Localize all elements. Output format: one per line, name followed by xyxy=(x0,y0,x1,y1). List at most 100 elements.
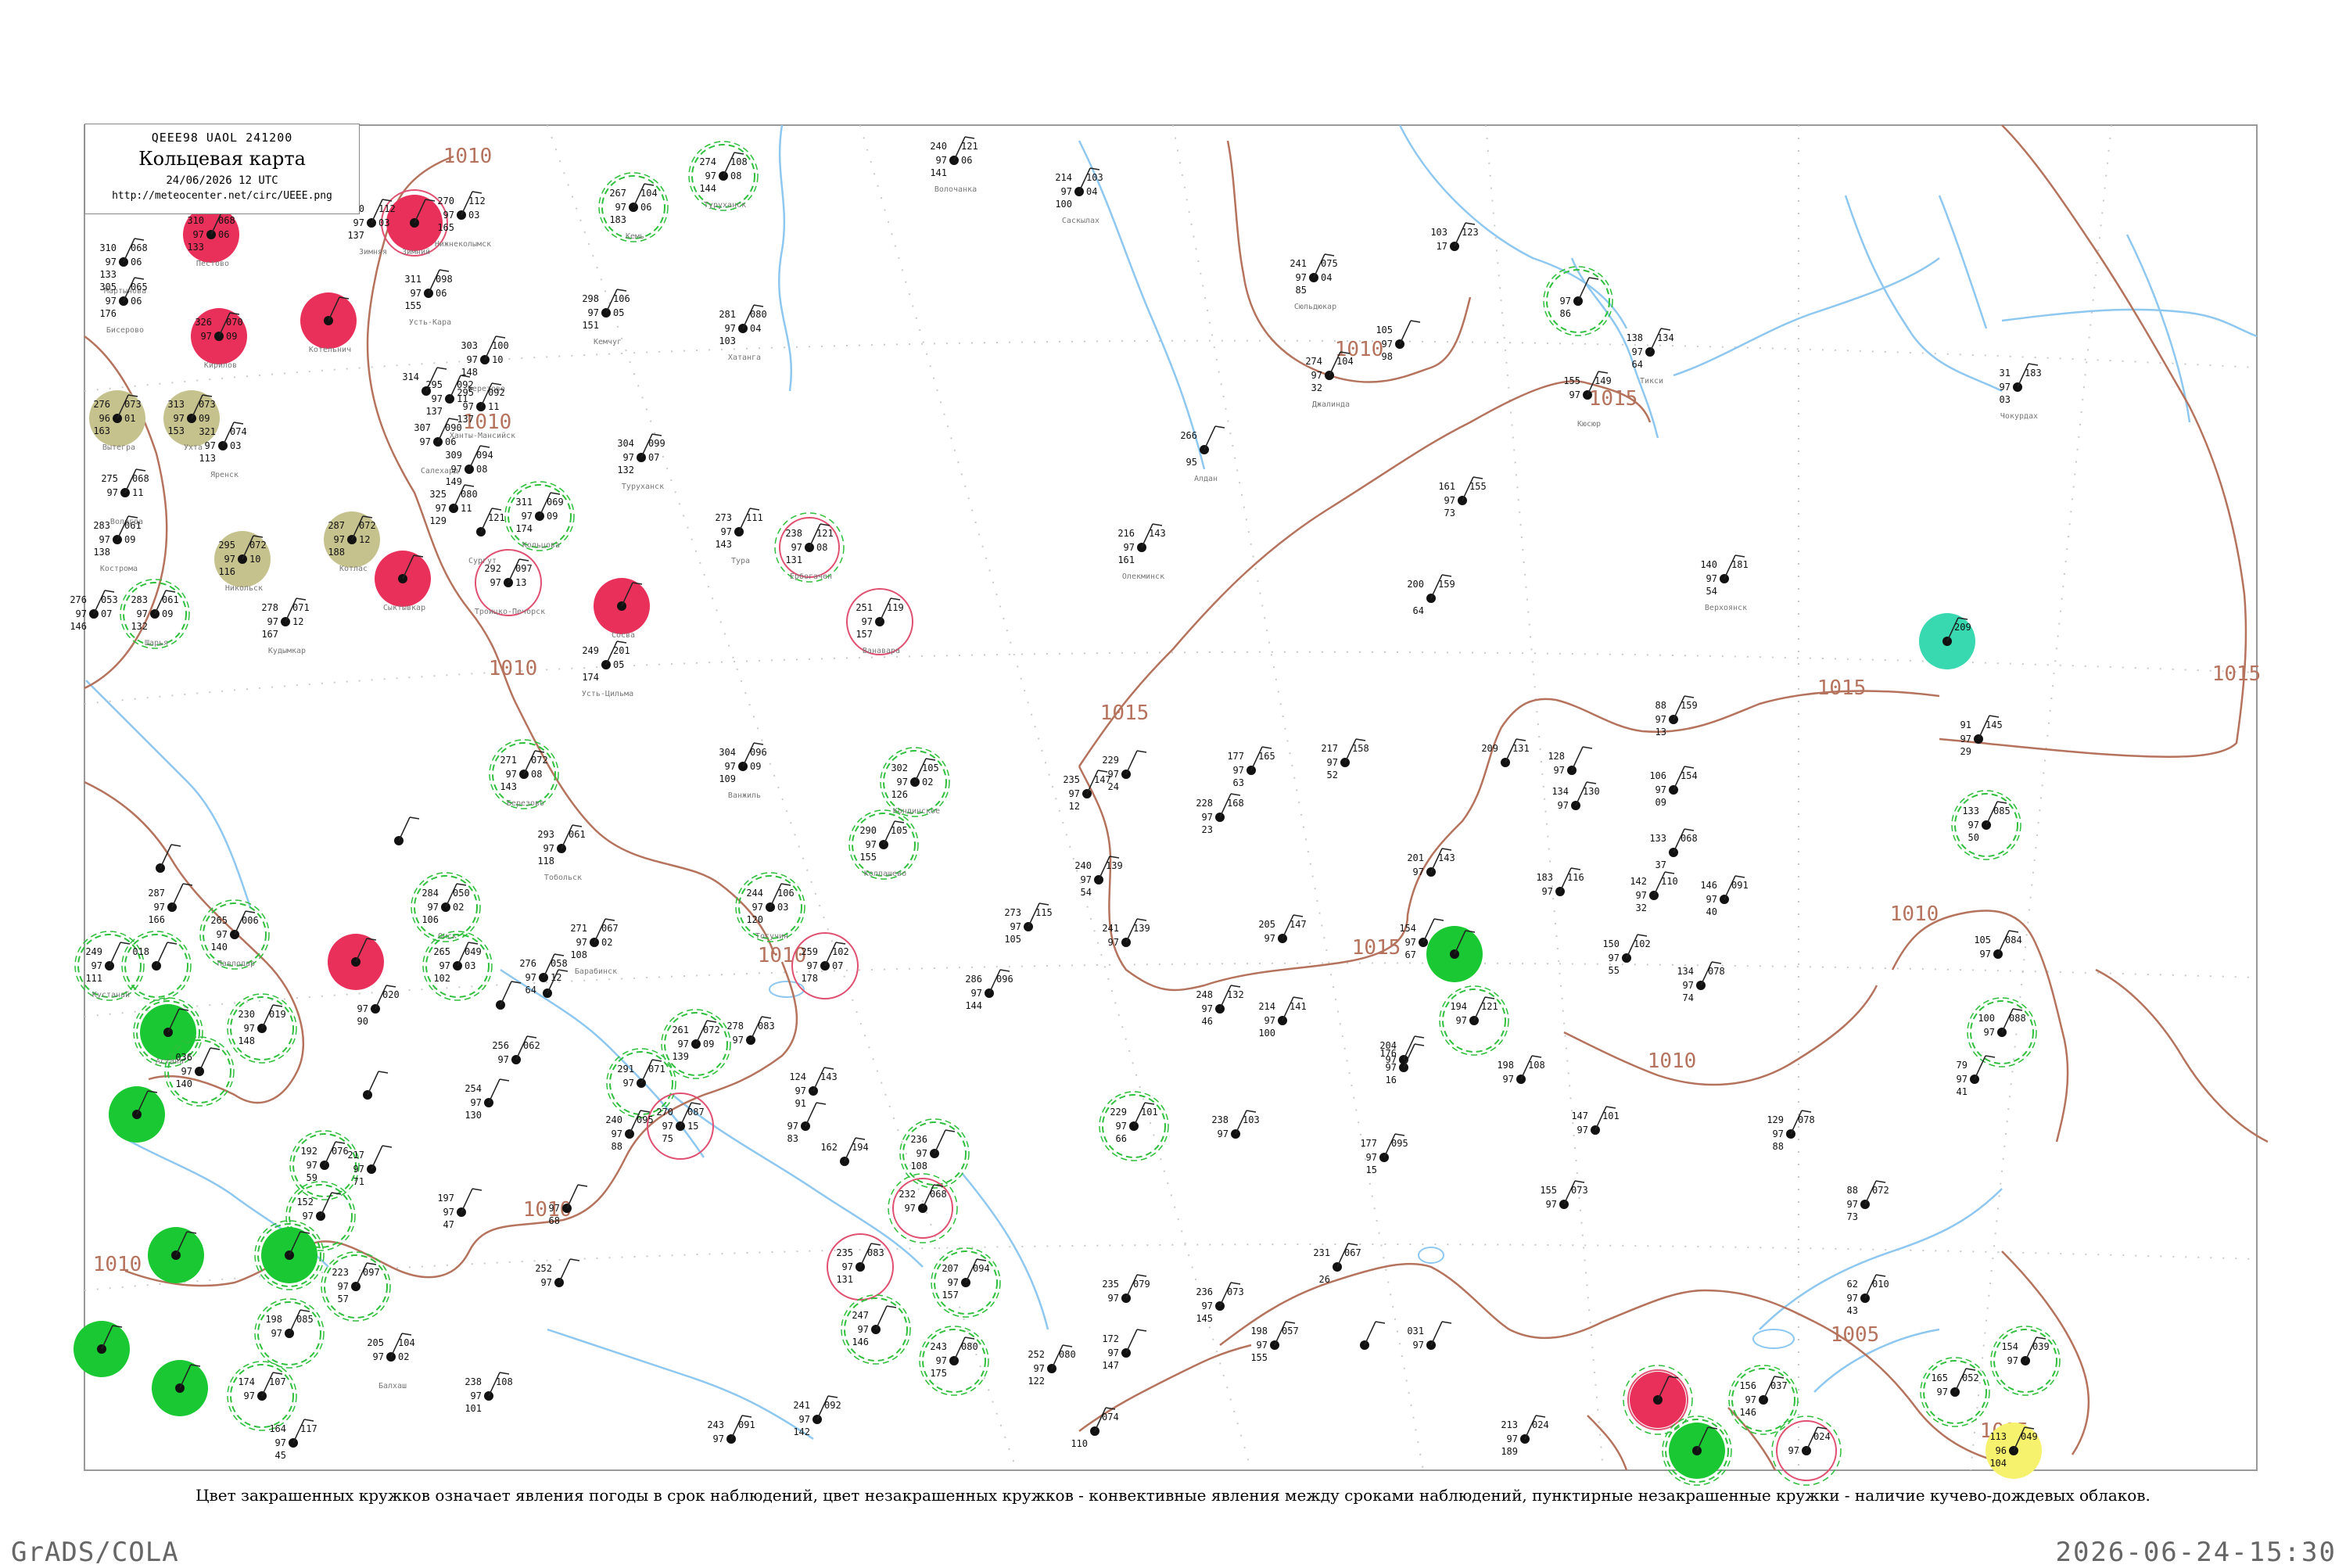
station-plot[interactable]: 214 103 97 04 100 Саскылах xyxy=(1055,167,1103,225)
station-plot[interactable]: 213 024 97 189 xyxy=(1501,1415,1549,1457)
station-plot[interactable]: 162 194 xyxy=(820,1137,869,1166)
station-plot[interactable] xyxy=(1426,926,1483,982)
station-plot[interactable]: 302 10597 02126Кондинское xyxy=(880,747,950,817)
station-plot[interactable]: 209 xyxy=(1919,613,1975,669)
station-plot[interactable]: Сосва xyxy=(594,578,650,640)
station-plot[interactable]: 165 052 97 xyxy=(1920,1357,1990,1427)
station-plot[interactable] xyxy=(74,1321,130,1377)
station-plot[interactable]: 236 97 108 xyxy=(899,1118,970,1189)
station-plot[interactable]: 198 108 97 xyxy=(1497,1055,1545,1085)
station-plot[interactable]: 238 121 97 08 131 Ербогачен xyxy=(774,512,845,583)
station-plot[interactable]: 106 154 97 09 xyxy=(1649,766,1698,808)
station-plot[interactable]: 103 123 17 xyxy=(1430,222,1479,252)
station-plot[interactable]: 161 155 97 73 xyxy=(1438,476,1487,518)
station-plot[interactable]: 113 049 96 104 xyxy=(1985,1423,2042,1479)
station-plot[interactable]: 276 073 96 01 163 Вытегра xyxy=(89,390,145,452)
station-plot[interactable]: 31 183 9703 Чокурдах xyxy=(2000,363,2042,421)
station-plot[interactable] xyxy=(109,1086,165,1143)
station-plot[interactable]: 241 075 97 04 85 Сюльдюкар xyxy=(1290,253,1338,311)
station-plot[interactable]: 241 139 97 xyxy=(1102,918,1150,948)
station-plot[interactable] xyxy=(496,981,522,1010)
station-plot[interactable]: 321 074 97 03 113 Яренск xyxy=(199,422,247,479)
station-plot[interactable]: 271 067 97 02 108 Барабинск xyxy=(570,918,619,976)
station-plot[interactable]: 274 108 97 08 144 Туруханск xyxy=(688,141,759,211)
station-plot[interactable]: 270 087 97 15 75 xyxy=(647,1093,714,1160)
station-plot[interactable] xyxy=(148,1227,204,1283)
station-plot[interactable]: 229 9724 xyxy=(1102,750,1147,792)
station-plot[interactable]: 020 97 90 xyxy=(357,985,400,1027)
station-plot[interactable]: 198 057 97155 xyxy=(1250,1321,1299,1363)
station-plot[interactable]: 236 073 97 145 xyxy=(1196,1282,1244,1324)
station-plot[interactable]: 217 158 97 52 xyxy=(1321,738,1369,780)
station-plot[interactable]: 140 181 97 54 Верхоянск xyxy=(1700,554,1749,612)
station-plot[interactable]: 79 9741 xyxy=(1957,1055,1996,1097)
station-plot[interactable]: 138 134 97 64 Тикси xyxy=(1626,328,1674,386)
station-plot[interactable]: 174 107 97 xyxy=(227,1361,297,1431)
station-plot[interactable] xyxy=(1662,1416,1732,1486)
station-plot[interactable]: 243 080 97 175 xyxy=(919,1326,989,1396)
station-plot[interactable]: 278 071 97 12 167 Кудымкар xyxy=(261,597,310,655)
station-plot[interactable]: 271 072 97 08 143 Березово xyxy=(489,739,559,809)
station-plot[interactable]: 267 104 97 06 183Кемь xyxy=(598,172,669,242)
station-plot[interactable]: 309 094 97 08 149 xyxy=(445,445,493,487)
station-plot[interactable]: 238 103 97 xyxy=(1211,1110,1260,1139)
station-plot[interactable]: 240 095 97 88 xyxy=(605,1110,654,1152)
station-plot[interactable]: 134 078 9774 xyxy=(1677,961,1725,1003)
station-plot[interactable]: 298 106 97 05 151 Кемчуг xyxy=(582,289,630,346)
station-plot[interactable]: 200 159 64 xyxy=(1407,574,1455,616)
station-plot[interactable]: 295 072 97 10 116 Никольск xyxy=(214,531,271,593)
station-plot[interactable]: 100 088 97 xyxy=(1967,997,2037,1067)
map-url[interactable]: http://meteocenter.net/circ/UEEE.png xyxy=(85,190,359,202)
station-plot[interactable]: 62 010 9743 xyxy=(1847,1274,1889,1316)
station-plot[interactable]: 183 116 97 xyxy=(1536,867,1584,897)
station-plot[interactable]: 124 143 97 91 xyxy=(789,1067,838,1109)
station-plot[interactable]: 146 091 9740 xyxy=(1700,875,1749,917)
station-plot[interactable]: 276 05897 1264 xyxy=(519,953,568,996)
station-plot[interactable]: 284 05097 02106Омск xyxy=(411,872,481,942)
station-plot[interactable]: 176 97 16 xyxy=(1379,1043,1425,1085)
station-plot[interactable]: 121 Сургут xyxy=(468,508,505,565)
station-plot[interactable]: 235 083 97 131 xyxy=(827,1233,894,1301)
station-plot[interactable]: 281 080 97 04 103 Хатанга xyxy=(719,304,767,362)
station-plot[interactable]: 325 080 97 11 129 xyxy=(429,484,478,526)
station-plot[interactable]: 276 053 97 07 146 xyxy=(70,590,118,632)
station-plot[interactable]: 275 06897 11Вологда xyxy=(101,468,149,526)
station-plot[interactable]: 228 168 9723 xyxy=(1196,793,1244,835)
station-plot[interactable]: 147 101 97 xyxy=(1571,1106,1620,1136)
station-plot[interactable]: 9783 xyxy=(787,1102,827,1144)
station-plot[interactable]: 192 0769759 xyxy=(289,1130,360,1200)
station-plot[interactable]: 249 201 05 174 Усть-Цильма xyxy=(582,640,633,698)
station-plot[interactable]: 240 121 97 06 141 Волочанка xyxy=(930,136,978,194)
station-plot[interactable]: 265 049 97 03 102 xyxy=(422,931,493,1001)
station-plot[interactable]: 311 098 97 06 155 Усть-Кара xyxy=(404,269,453,327)
station-plot[interactable]: 205 104 97 02 Балхаш xyxy=(367,1333,415,1390)
station-plot[interactable]: 304 099 97 07 132 Туруханск xyxy=(617,433,665,491)
station-plot[interactable]: 201 143 97 xyxy=(1407,848,1455,877)
station-plot[interactable]: Сыктывкар xyxy=(375,551,431,612)
station-plot[interactable]: 155 073 97 xyxy=(1540,1180,1588,1210)
station-plot[interactable]: 133 068 37 xyxy=(1649,828,1698,870)
station-plot[interactable]: 105 084 97 xyxy=(1974,930,2022,960)
station-plot[interactable]: 214 141 97 100 xyxy=(1258,996,1307,1039)
station-plot[interactable]: 142 110 9732 xyxy=(1630,871,1678,913)
station-plot[interactable]: 12897 xyxy=(1548,746,1593,776)
station-plot[interactable]: 248 132 97 46 xyxy=(1196,985,1244,1027)
station-plot[interactable]: 232 068 97 xyxy=(888,1173,958,1243)
station-plot[interactable]: 249 97 111 Кустанай xyxy=(74,931,145,1001)
station-plot[interactable]: 154 039 97 xyxy=(1990,1326,2061,1396)
station-plot[interactable]: 105 9798 xyxy=(1376,320,1421,362)
station-plot[interactable]: 240 139 97 54 xyxy=(1074,856,1123,898)
station-plot[interactable]: 205 147 97 xyxy=(1258,914,1307,944)
station-plot[interactable]: 88 072 9773 xyxy=(1847,1180,1889,1222)
station-plot[interactable]: 278 083 97 xyxy=(726,1016,775,1046)
station-plot[interactable]: 256 062 97 xyxy=(492,1035,540,1065)
station-plot[interactable]: 266 95 Алдан xyxy=(1180,425,1225,483)
station-plot[interactable]: 216 143 97161 Олекминск xyxy=(1117,523,1166,581)
station-plot[interactable]: 287 97166 xyxy=(148,883,193,925)
station-plot[interactable] xyxy=(152,1360,208,1416)
station-plot[interactable]: 03197 xyxy=(1407,1321,1452,1351)
station-plot[interactable]: 129 078 97 88 xyxy=(1767,1110,1815,1152)
station-plot[interactable]: 231 067 26 xyxy=(1313,1243,1361,1285)
station-plot[interactable]: 172 97 147 xyxy=(1102,1329,1147,1371)
station-plot[interactable] xyxy=(363,1071,389,1100)
